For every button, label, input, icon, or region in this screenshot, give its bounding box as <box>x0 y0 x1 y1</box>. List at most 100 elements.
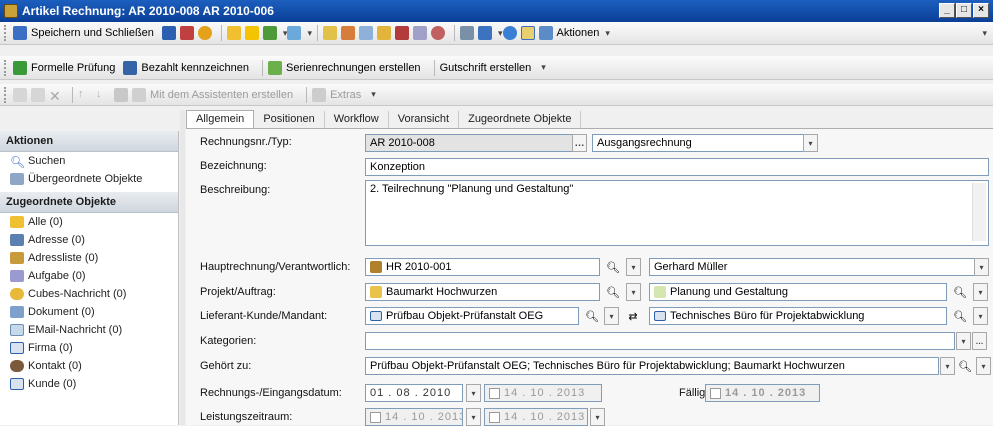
properties-icon[interactable] <box>459 26 474 40</box>
toolbar-overflow-icon[interactable]: ▾ <box>371 89 376 100</box>
favorite-icon[interactable] <box>226 26 241 40</box>
toolbar-grip[interactable] <box>4 25 7 41</box>
link-icon[interactable] <box>358 26 373 40</box>
service-from-dropdown[interactable]: ▾ <box>466 408 481 426</box>
receipt-date-checkbox[interactable] <box>489 387 500 399</box>
designation-input[interactable]: Konzeption <box>365 158 989 176</box>
categories-select[interactable] <box>365 332 955 350</box>
sidebar-item-all[interactable]: Alle (0) <box>0 213 178 231</box>
order-field[interactable]: Planung und Gestaltung <box>649 283 947 301</box>
credit-note-button[interactable]: Gutschrift erstellen <box>440 62 532 74</box>
invoice-type-dropdown[interactable]: ▾ <box>803 134 818 152</box>
close-button[interactable]: × <box>973 3 989 18</box>
project-field[interactable]: Baumarkt Hochwurzen <box>365 283 600 301</box>
sidebar-item-contact[interactable]: Kontakt (0) <box>0 357 178 375</box>
service-from-checkbox[interactable] <box>370 411 381 423</box>
flag-icon[interactable] <box>262 26 277 40</box>
responsible-dropdown[interactable]: ▾ <box>974 258 989 276</box>
toolbar-overflow-icon[interactable]: ▾ <box>982 28 987 39</box>
toolbar-overflow-icon[interactable]: ▾ <box>541 62 546 73</box>
supplier-field[interactable]: Prüfbau Objekt-Prüfanstalt OEG <box>365 307 579 325</box>
client-search-icon[interactable]: 🔍︎ <box>949 307 971 325</box>
preview-icon[interactable] <box>477 26 492 40</box>
sidebar-item-customer[interactable]: Kunde (0) <box>0 375 178 393</box>
sidebar-item-search[interactable]: 🔍︎ Suchen <box>0 152 178 170</box>
formal-check-button[interactable]: Formelle Prüfung <box>13 60 115 75</box>
invoice-type-select[interactable]: Ausgangsrechnung <box>592 134 818 152</box>
client-dropdown[interactable]: ▾ <box>973 307 988 325</box>
save-close-button[interactable]: Speichern und Schließen <box>13 26 154 40</box>
share-icon[interactable] <box>287 26 302 40</box>
save-icon[interactable] <box>161 26 176 40</box>
belongs-to-search-icon[interactable]: 🔍︎ <box>954 357 976 375</box>
main-invoice-dropdown[interactable]: ▾ <box>626 258 641 276</box>
extras-button[interactable]: Extras <box>312 87 361 102</box>
client-field[interactable]: Technisches Büro für Projektabwicklung <box>649 307 947 325</box>
tab-workflow[interactable]: Workflow <box>325 111 389 128</box>
link-icon[interactable] <box>114 87 128 102</box>
chevron-down-icon[interactable]: ▾ <box>307 28 312 39</box>
supplier-dropdown[interactable]: ▾ <box>604 307 619 325</box>
service-to-checkbox[interactable] <box>489 411 500 423</box>
paste-icon[interactable] <box>31 87 45 102</box>
calendar-icon[interactable] <box>394 26 409 40</box>
sidebar-item-address[interactable]: Adresse (0) <box>0 231 178 249</box>
supplier-search-icon[interactable]: 🔍︎ <box>581 307 603 325</box>
project-search-icon[interactable]: 🔍︎ <box>602 283 624 301</box>
swap-icon[interactable]: ⇄ <box>622 307 644 325</box>
star-icon[interactable] <box>244 26 259 40</box>
order-dropdown[interactable]: ▾ <box>973 283 988 301</box>
refresh-icon[interactable] <box>197 26 212 40</box>
arrow-down-icon[interactable]: ↓ <box>96 88 110 102</box>
copy-icon[interactable] <box>13 87 27 102</box>
sidebar-item-address-list[interactable]: Adressliste (0) <box>0 249 178 267</box>
order-search-icon[interactable]: 🔍︎ <box>949 283 971 301</box>
sidebar-item-parent-objects[interactable]: Übergeordnete Objekte <box>0 170 178 188</box>
pen-icon[interactable] <box>376 26 391 40</box>
responsible-select[interactable]: Gerhard Müller <box>649 258 989 276</box>
sidebar-item-task[interactable]: Aufgabe (0) <box>0 267 178 285</box>
due-date-field[interactable]: 14 . 10 . 2013 <box>705 384 820 402</box>
categories-dropdown[interactable]: ▾ <box>956 332 971 350</box>
service-to-dropdown[interactable]: ▾ <box>590 408 605 426</box>
sidebar-item-cubes-message[interactable]: Cubes-Nachricht (0) <box>0 285 178 303</box>
tab-positions[interactable]: Positionen <box>254 111 325 128</box>
description-scrollbar[interactable] <box>972 183 986 241</box>
belongs-to-dropdown[interactable]: ▾ <box>940 357 955 375</box>
mail-icon[interactable] <box>340 26 355 40</box>
sidebar-item-document[interactable]: Dokument (0) <box>0 303 178 321</box>
serial-invoices-button[interactable]: Serienrechnungen erstellen <box>268 60 421 75</box>
invoice-date-dropdown[interactable]: ▾ <box>466 384 481 402</box>
globe-icon[interactable] <box>502 26 517 40</box>
main-invoice-field[interactable]: HR 2010-001 <box>365 258 600 276</box>
tab-general[interactable]: Allgemein <box>186 110 255 128</box>
note-icon[interactable] <box>322 26 337 40</box>
splitter[interactable] <box>180 110 185 425</box>
sidebar-item-email[interactable]: EMail-Nachricht (0) <box>0 321 178 339</box>
categories-more-button[interactable]: … <box>972 332 987 350</box>
task-icon[interactable] <box>412 26 427 40</box>
toolbar-grip[interactable] <box>4 59 7 76</box>
description-textarea[interactable]: 2. Teilrechnung "Planung und Gestaltung" <box>365 180 989 246</box>
service-to-field[interactable]: 14 . 10 . 2013 <box>484 408 588 426</box>
chevron-down-icon[interactable]: ▾ <box>498 28 503 39</box>
mark-paid-button[interactable]: Bezahlt kennzeichnen <box>123 60 249 75</box>
main-invoice-search-icon[interactable]: 🔍︎ <box>602 258 624 276</box>
delete-icon[interactable]: ✕ <box>49 88 63 104</box>
service-from-field[interactable]: 14 . 10 . 2013 <box>365 408 463 426</box>
minimize-button[interactable]: _ <box>939 3 955 18</box>
tab-preview[interactable]: Voransicht <box>389 111 460 128</box>
receipt-date-field[interactable]: 14 . 10 . 2013 <box>484 384 602 402</box>
sidebar-item-company[interactable]: Firma (0) <box>0 339 178 357</box>
belongs-to-menu[interactable]: ▾ <box>976 357 991 375</box>
arrow-up-icon[interactable]: ↑ <box>78 88 92 102</box>
due-date-checkbox[interactable] <box>710 387 721 399</box>
invoice-date-field[interactable]: 01 . 08 . 2010 <box>365 384 463 402</box>
notes-icon[interactable] <box>520 26 535 40</box>
invoice-number-more-button[interactable]: … <box>572 134 587 152</box>
tab-assigned-objects[interactable]: Zugeordnete Objekte <box>459 111 582 128</box>
clock-icon[interactable] <box>430 26 445 40</box>
toolbar-grip[interactable] <box>4 86 7 103</box>
maximize-button[interactable]: □ <box>956 3 972 18</box>
belongs-to-field[interactable]: Prüfbau Objekt-Prüfanstalt OEG; Technisc… <box>365 357 939 375</box>
